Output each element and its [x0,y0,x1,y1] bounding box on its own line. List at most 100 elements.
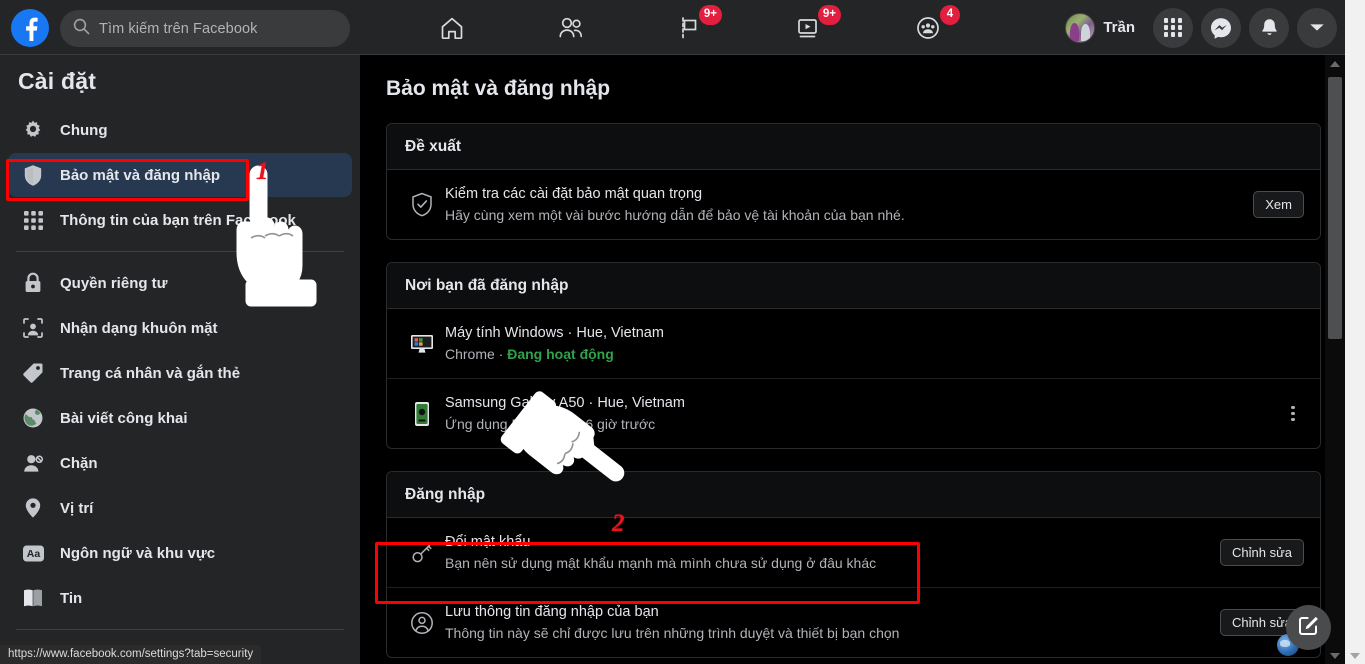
card-dang-nhap: Đăng nhập Đổi mật khẩu Bạn nên sử dụng m… [386,471,1321,658]
row-text: Lưu thông tin đăng nhập của bạn Thông ti… [439,602,1208,643]
windows-pc-icon [405,332,439,356]
scroll-down-arrow-icon[interactable] [1325,647,1345,664]
person-circle-icon [405,611,439,635]
chinh-sua-button-password[interactable]: Chỉnh sửa [1219,539,1304,566]
sidebar-item-label: Chung [60,121,108,139]
sidebar-item-label: Nhận dạng khuôn mặt [60,319,218,337]
groups-badge: 4 [940,4,960,25]
nav-friends-button[interactable] [539,6,603,50]
sidebar-item-ngon-ngu-va-khu-vuc[interactable]: Aa Ngôn ngữ và khu vực [8,531,352,575]
row-text: Máy tính Windows · Hue, Vietnam Chrome ·… [439,323,1304,364]
chevron-down-icon [1309,22,1325,33]
sidebar-item-bai-viet-cong-khai[interactable]: Bài viết công khai [8,396,352,440]
row-kiem-tra-bao-mat[interactable]: Kiểm tra các cài đặt bảo mật quan trọng … [387,170,1320,239]
row-title: Đổi mật khẩu [445,534,531,550]
search-input[interactable]: Tìm kiếm trên Facebook [60,10,350,47]
profile-chip[interactable]: Trần [1062,10,1145,46]
tag-icon [18,358,48,388]
sidebar-item-label: Bài viết công khai [60,409,188,427]
sidebar-item-chung[interactable]: Chung [8,108,352,152]
watch-badge: 9+ [817,4,841,25]
scroll-up-arrow-icon[interactable] [1325,55,1345,72]
browser-name: Chrome · [445,346,508,362]
sidebar-item-tin[interactable]: Tin [8,576,352,620]
menu-grid-button[interactable] [1153,7,1193,48]
xem-button[interactable]: Xem [1253,191,1304,218]
nav-watch-button[interactable]: 9+ [777,4,841,50]
account-dropdown-button[interactable] [1297,7,1337,48]
lock-icon [18,268,48,298]
table-row-windows-pc[interactable]: Máy tính Windows · Hue, Vietnam Chrome ·… [387,309,1320,379]
sidebar-item-label: Quyền riêng tư [60,274,168,292]
row-title: Kiểm tra các cài đặt bảo mật quan trọng [445,186,703,202]
sidebar-item-label: Ngôn ngữ và khu vực [60,544,216,562]
device-title: Samsung Galaxy A50 · Hue, Vietnam [445,395,685,411]
avatar [1065,12,1096,43]
device-status: Ứng dụng Facebook · 6 giờ trước [445,416,656,432]
top-navigation-bar: Tìm kiếm trên Facebook 9+ 9+ 4 Trần [0,0,1365,55]
status-bar-url: https://www.facebook.com/settings?tab=se… [0,645,262,664]
scrollbar-thumb[interactable] [1328,77,1342,339]
sidebar-title: Cài đặt [18,68,97,94]
sidebar-item-label: Trang cá nhân và gắn thẻ [60,364,241,382]
nav-marketplace-button[interactable]: 9+ [658,4,722,50]
browser-scrollbar[interactable] [1345,0,1365,664]
facebook-settings-page: Tìm kiếm trên Facebook 9+ 9+ 4 Trần Cài … [0,0,1365,664]
row-doi-mat-khau[interactable]: Đổi mật khẩu Bạn nên sử dụng mật khẩu mạ… [387,518,1320,588]
sidebar-item-chan[interactable]: Chặn [8,441,352,485]
row-luu-thong-tin-dang-nhap[interactable]: Lưu thông tin đăng nhập của bạn Thông ti… [387,588,1320,657]
sidebar-item-label: Vị trí [60,499,94,517]
main-content: Bảo mật và đăng nhập Đề xuất Kiểm tra cá… [360,55,1345,664]
search-icon [73,18,90,40]
compose-edit-button[interactable] [1286,605,1331,650]
facebook-logo-icon[interactable] [11,9,49,47]
friends-icon [557,15,585,41]
shield-check-icon [405,192,439,218]
settings-sidebar: Cài đặt Chung Bảo mật và đăng nhập Thông… [0,55,360,664]
messenger-icon [1210,17,1232,39]
card-noi-ban-da-dang-nhap: Nơi bạn đã đăng nhập Máy tính Windows · … [386,262,1321,449]
sidebar-item-bao-mat-va-dang-nhap[interactable]: Bảo mật và đăng nhập [8,153,352,197]
card-heading: Đăng nhập [387,472,1320,518]
shield-icon [18,160,48,190]
sidebar-item-thong-tin-cua-ban[interactable]: Thông tin của bạn trên Facebook [8,198,352,242]
svg-text:Aa: Aa [26,548,40,560]
grid-menu-icon [1163,18,1183,37]
row-subtitle: Thông tin này sẽ chỉ được lưu trên những… [445,625,900,641]
gear-icon [18,115,48,145]
sidebar-item-nhan-dang-khuon-mat[interactable]: Nhận dạng khuôn mặt [8,306,352,350]
sidebar-item-label: Thông tin của bạn trên Facebook [60,211,296,229]
sidebar-item-quyen-rieng-tu[interactable]: Quyền riêng tư [8,261,352,305]
profile-name: Trần [1103,19,1135,36]
location-pin-icon [18,493,48,523]
more-options-icon[interactable] [1282,401,1304,427]
annotation-marker-2: 2 [612,510,625,537]
home-icon [439,15,465,41]
face-id-icon [18,313,48,343]
groups-icon [915,15,941,41]
browser-scroll-down-arrow-icon[interactable] [1345,647,1365,664]
notifications-button[interactable] [1249,7,1289,48]
status-badge: Đang hoạt động [507,346,614,362]
sidebar-divider-2 [16,629,344,630]
page-title: Bảo mật và đăng nhập [386,77,611,100]
card-de-xuat: Đề xuất Kiểm tra các cài đặt bảo mật qua… [386,123,1321,240]
sidebar-item-trang-ca-nhan-va-gan-the[interactable]: Trang cá nhân và gắn thẻ [8,351,352,395]
row-text: Kiểm tra các cài đặt bảo mật quan trọng … [439,184,1241,225]
bell-icon [1259,17,1280,38]
language-aa-icon: Aa [18,538,48,568]
top-right-actions: Trần [1062,0,1337,55]
search-placeholder-text: Tìm kiếm trên Facebook [99,20,258,37]
page-scrollbar[interactable] [1325,55,1345,664]
nav-home-button[interactable] [420,6,484,50]
messenger-button[interactable] [1201,7,1241,48]
book-icon [18,583,48,613]
table-row-samsung-phone[interactable]: Samsung Galaxy A50 · Hue, Vietnam Ứng dụ… [387,379,1320,448]
marketplace-badge: 9+ [698,4,722,25]
sidebar-item-label: Tin [60,589,83,607]
sidebar-item-vi-tri[interactable]: Vị trí [8,486,352,530]
row-subtitle: Bạn nên sử dụng mật khẩu mạnh mà mình ch… [445,555,877,571]
row-subtitle: Hãy cùng xem một vài bước hướng dẫn để b… [445,207,905,223]
device-status: Chrome · Đang hoạt động [445,344,1304,364]
nav-groups-button[interactable]: 4 [896,4,960,50]
